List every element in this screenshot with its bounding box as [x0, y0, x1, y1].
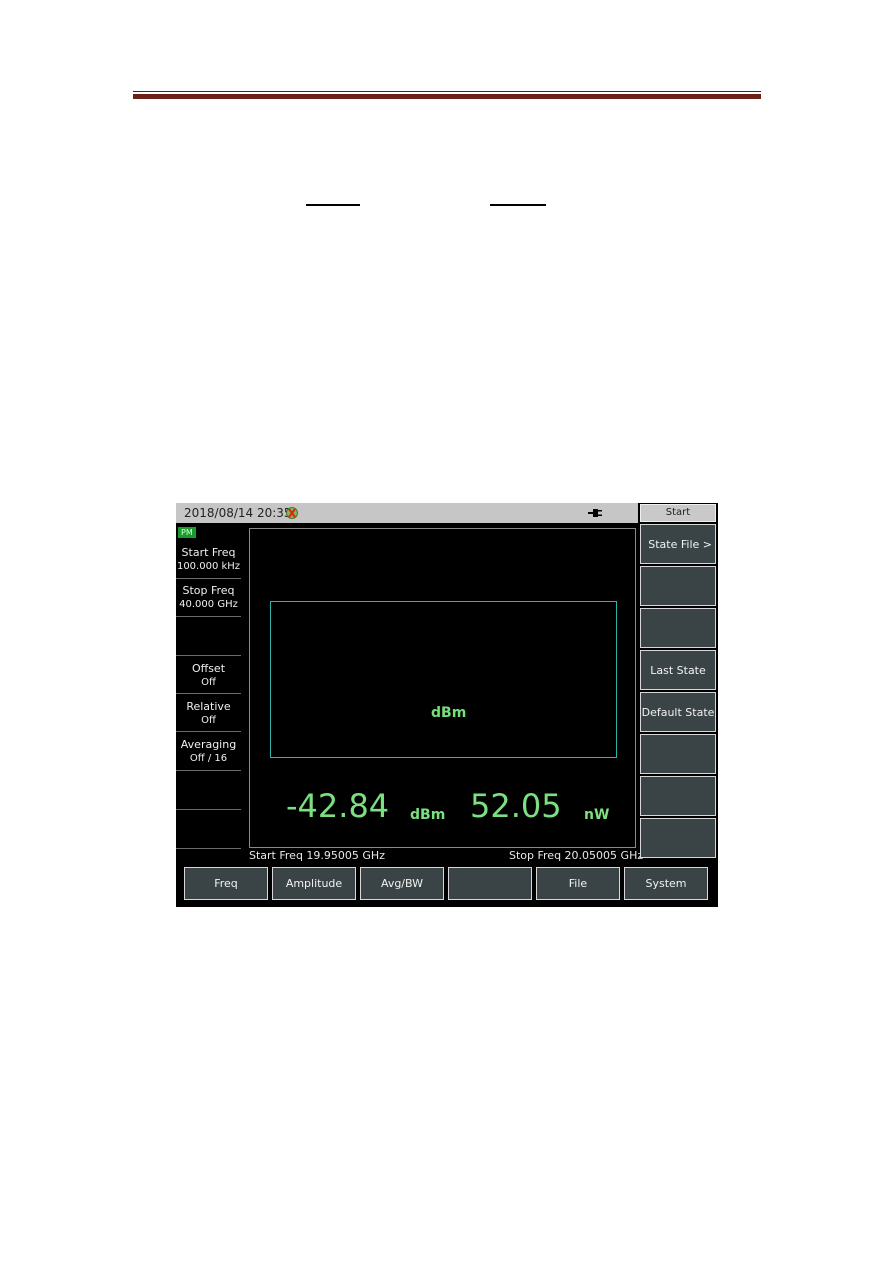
- left-panel-relative[interactable]: Relative Off: [176, 694, 241, 732]
- mode-badge: PM: [178, 527, 196, 538]
- left-panel-value: 100.000 kHz: [176, 561, 241, 572]
- softkey-empty[interactable]: [640, 566, 716, 606]
- stop-freq-label: Stop Freq 20.05005 GHz: [509, 849, 644, 862]
- left-panel-label: Relative: [186, 700, 231, 713]
- left-panel-empty: [176, 771, 241, 810]
- measurement-display: -70.0-60.0-50.0-40.0-30.0-20.0-10.00.010…: [249, 528, 636, 848]
- left-panel-empty: [176, 617, 241, 656]
- left-panel-label: Averaging: [180, 738, 237, 751]
- datetime: 2018/08/14 20:35: [184, 506, 292, 520]
- instrument-screen: 2018/08/14 20:35 PM Start Freq 100.000 k…: [176, 503, 718, 907]
- softkey-default-state[interactable]: Default State: [640, 692, 716, 732]
- softkey-empty[interactable]: [640, 608, 716, 648]
- left-panel-averaging[interactable]: Averaging Off / 16: [176, 732, 241, 771]
- status-bar: 2018/08/14 20:35: [176, 503, 638, 523]
- softkey-last-state[interactable]: Last State: [640, 650, 716, 690]
- left-panel-label: Start Freq: [181, 546, 236, 559]
- menu-freq-button[interactable]: Freq: [184, 867, 268, 900]
- ac-power-plug-icon: [588, 509, 602, 517]
- dbm-unit: dBm: [410, 807, 446, 823]
- analog-meter: -70.0-60.0-50.0-40.0-30.0-20.0-10.00.010…: [270, 601, 617, 758]
- softkey-empty[interactable]: [640, 776, 716, 816]
- left-panel-label: Offset: [191, 662, 226, 675]
- header-rule-thin: [133, 91, 761, 92]
- left-panel-empty: [176, 810, 241, 849]
- left-panel-stop-freq[interactable]: Stop Freq 40.000 GHz: [176, 579, 241, 617]
- left-panel-value: Off: [201, 715, 216, 726]
- blank-underline-2: [490, 204, 546, 206]
- menu-avg-bw-button[interactable]: Avg/BW: [360, 867, 444, 900]
- menu-amplitude-button[interactable]: Amplitude: [272, 867, 356, 900]
- softkey-menu-title: Start: [640, 504, 716, 522]
- meter-unit-label: dBm: [431, 705, 467, 721]
- softkey-empty[interactable]: [640, 734, 716, 774]
- softkey-empty[interactable]: [640, 818, 716, 858]
- menu-file-button[interactable]: File: [536, 867, 620, 900]
- watt-unit: nW: [584, 807, 610, 823]
- left-panel-value: Off: [201, 677, 216, 688]
- meter-scale: -70.0-60.0-50.0-40.0-30.0-20.0-10.00.010…: [353, 755, 355, 756]
- start-freq-label: Start Freq 19.95005 GHz: [249, 849, 385, 862]
- dbm-readout: -42.84: [286, 787, 390, 825]
- menu-system-button[interactable]: System: [624, 867, 708, 900]
- left-panel-offset[interactable]: Offset Off: [176, 656, 241, 694]
- gps-disconnected-icon: [286, 507, 298, 519]
- left-panel-label: Stop Freq: [182, 584, 235, 597]
- menu-empty-button[interactable]: [448, 867, 532, 900]
- header-rule-thick: [133, 94, 761, 99]
- left-panel-value: 40.000 GHz: [179, 599, 238, 610]
- left-panel-start-freq[interactable]: Start Freq 100.000 kHz: [176, 541, 241, 579]
- blank-underline-1: [306, 204, 360, 206]
- left-panel-value: Off / 16: [189, 753, 228, 764]
- softkey-state-file[interactable]: State File >: [640, 524, 716, 564]
- watt-readout: 52.05: [470, 787, 562, 825]
